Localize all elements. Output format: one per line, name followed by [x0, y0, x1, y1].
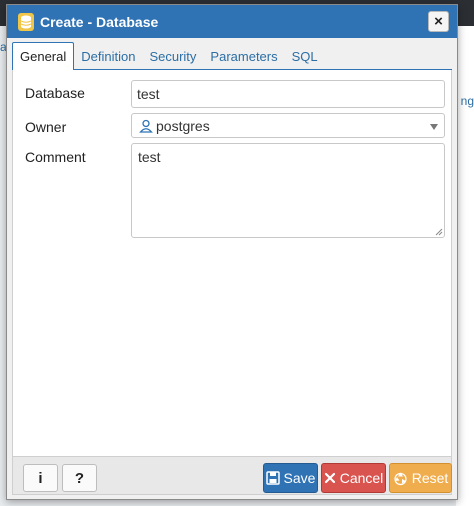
reset-label: Reset — [411, 470, 449, 486]
tab-parameters[interactable]: Parameters — [203, 42, 284, 70]
tab-definition[interactable]: Definition — [74, 42, 142, 70]
dialog-title: Create - Database — [40, 13, 159, 30]
dialog-footer: i ? Save Cancel Reset — [12, 457, 452, 495]
save-button[interactable]: Save — [263, 463, 318, 493]
tab-security[interactable]: Security — [142, 42, 203, 70]
database-input[interactable] — [137, 86, 444, 102]
comment-value: test — [138, 149, 161, 165]
info-button[interactable]: i — [23, 464, 58, 492]
tab-general[interactable]: General — [12, 42, 75, 71]
background-text-fragment: ng — [460, 94, 474, 108]
comment-textarea[interactable]: test — [131, 143, 445, 238]
database-field[interactable] — [131, 80, 445, 108]
cancel-button[interactable]: Cancel — [321, 463, 386, 493]
resize-handle-icon[interactable] — [435, 228, 443, 236]
tab-sql[interactable]: SQL — [285, 42, 325, 70]
reset-icon — [394, 472, 407, 485]
help-icon: ? — [74, 469, 85, 487]
save-icon — [265, 471, 280, 485]
chevron-down-icon — [430, 124, 438, 130]
owner-select[interactable]: postgres — [131, 113, 445, 138]
close-button[interactable]: × — [428, 11, 449, 32]
user-icon — [139, 119, 153, 133]
dialog-titlebar[interactable]: Create - Database × — [7, 5, 457, 38]
owner-value: postgres — [156, 117, 210, 134]
general-tab-panel: Database Owner postgres Comment test — [12, 70, 452, 457]
cancel-label: Cancel — [339, 470, 384, 486]
close-icon: × — [434, 13, 443, 30]
reset-button[interactable]: Reset — [389, 463, 452, 493]
create-database-dialog: Create - Database × General Definition S… — [6, 4, 458, 500]
database-icon — [18, 12, 34, 31]
tab-bar: General Definition Security Parameters S… — [12, 42, 452, 71]
info-icon: i — [38, 469, 43, 487]
save-label: Save — [283, 470, 316, 486]
database-label: Database — [25, 85, 85, 101]
comment-label: Comment — [25, 149, 86, 165]
cancel-icon — [324, 472, 335, 484]
help-button[interactable]: ? — [62, 464, 97, 492]
owner-label: Owner — [25, 119, 67, 135]
